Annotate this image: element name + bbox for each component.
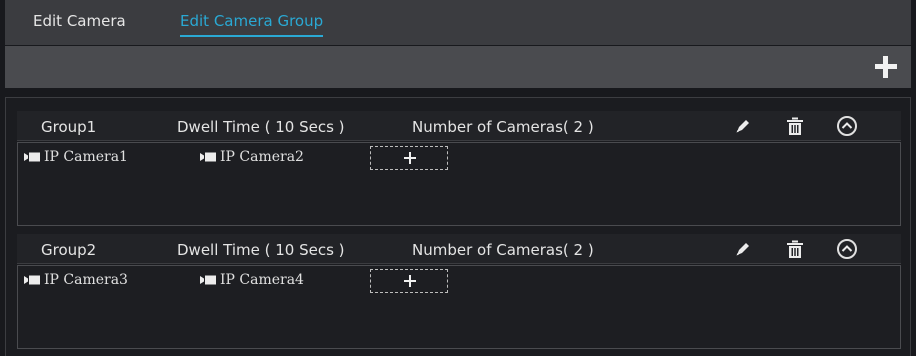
group-panel: Group2 Dwell Time ( 10 Secs ) Number of … xyxy=(17,234,901,349)
add-camera-button[interactable] xyxy=(370,269,448,293)
video-camera-icon xyxy=(200,275,216,285)
camera-item[interactable]: IP Camera1 xyxy=(24,149,128,165)
add-group-button[interactable] xyxy=(875,56,897,78)
group-list: Group1 Dwell Time ( 10 Secs ) Number of … xyxy=(5,97,911,356)
camera-item[interactable]: IP Camera3 xyxy=(24,272,128,288)
pencil-icon[interactable] xyxy=(733,116,753,136)
camera-list: IP Camera3 IP Camera4 xyxy=(17,265,901,349)
camera-name: IP Camera4 xyxy=(220,272,304,288)
chevron-up-circle-icon[interactable] xyxy=(837,116,857,136)
chevron-up-circle-icon[interactable] xyxy=(837,239,857,259)
video-camera-icon xyxy=(200,152,216,162)
camera-list: IP Camera1 IP Camera2 xyxy=(17,142,901,226)
trash-icon[interactable] xyxy=(785,239,805,259)
dwell-time: Dwell Time ( 10 Secs ) xyxy=(177,241,345,259)
video-camera-icon xyxy=(24,275,40,285)
group-name: Group1 xyxy=(41,118,97,136)
video-camera-icon xyxy=(24,152,40,162)
camera-item[interactable]: IP Camera4 xyxy=(200,272,304,288)
dwell-time: Dwell Time ( 10 Secs ) xyxy=(177,118,345,136)
group-name: Group2 xyxy=(41,241,97,259)
group-header: Group1 Dwell Time ( 10 Secs ) Number of … xyxy=(17,111,901,141)
toolbar xyxy=(5,46,911,88)
camera-count: Number of Cameras( 2 ) xyxy=(412,118,594,136)
camera-item[interactable]: IP Camera2 xyxy=(200,149,304,165)
camera-name: IP Camera2 xyxy=(220,149,304,165)
group-panel: Group1 Dwell Time ( 10 Secs ) Number of … xyxy=(17,111,901,226)
tab-edit-camera-group[interactable]: Edit Camera Group xyxy=(180,12,324,37)
add-camera-button[interactable] xyxy=(370,146,448,170)
tab-edit-camera[interactable]: Edit Camera xyxy=(33,12,126,30)
pencil-icon[interactable] xyxy=(733,239,753,259)
camera-count: Number of Cameras( 2 ) xyxy=(412,241,594,259)
camera-name: IP Camera3 xyxy=(44,272,128,288)
group-header: Group2 Dwell Time ( 10 Secs ) Number of … xyxy=(17,234,901,264)
trash-icon[interactable] xyxy=(785,116,805,136)
camera-name: IP Camera1 xyxy=(44,149,128,165)
tab-bar: Edit Camera Edit Camera Group xyxy=(5,0,911,45)
